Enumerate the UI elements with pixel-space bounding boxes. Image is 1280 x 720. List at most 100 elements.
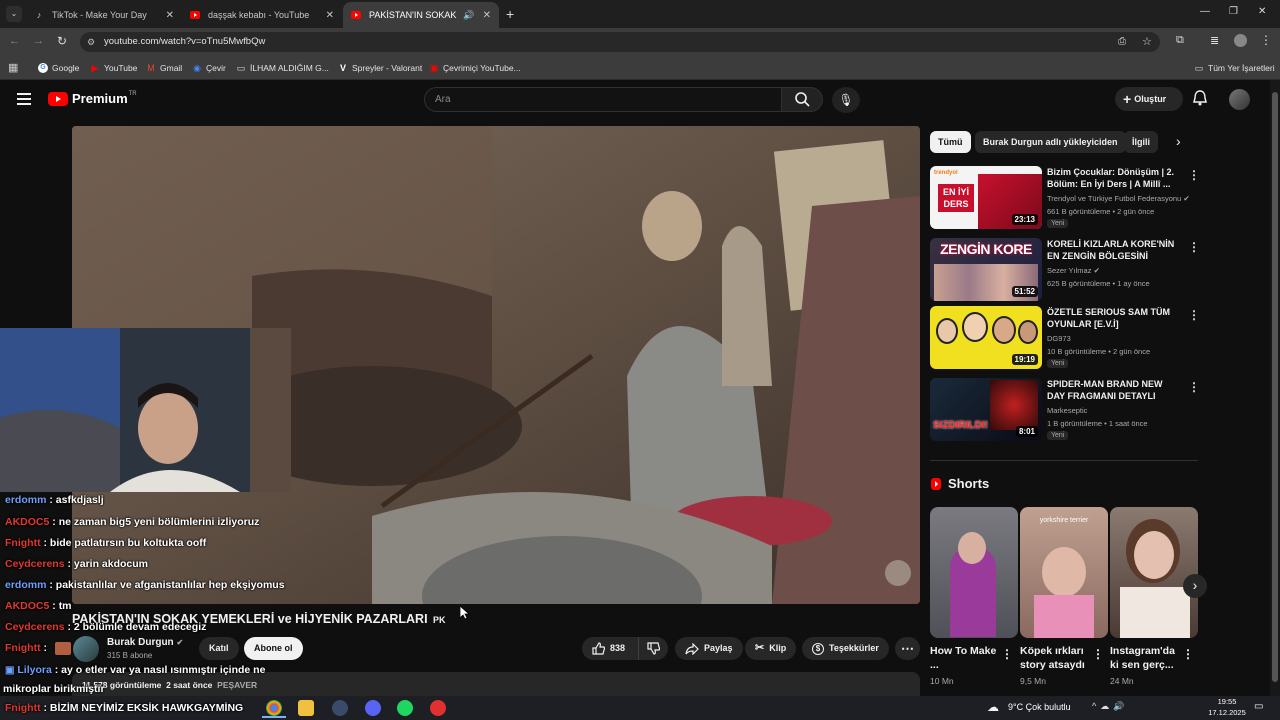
thanks-button[interactable]: $ Teşekkürler: [802, 637, 889, 660]
like-button[interactable]: 838: [582, 637, 638, 660]
bookmark-cevrimici[interactable]: ▣ Çevrimiçi YouTube...: [429, 60, 521, 76]
create-button[interactable]: + Oluştur: [1115, 87, 1183, 111]
tab-list-button[interactable]: ⌄: [6, 6, 22, 22]
close-icon[interactable]: ✕: [166, 10, 174, 21]
hamburger-icon[interactable]: [17, 93, 31, 105]
minimize-button[interactable]: —: [1200, 6, 1210, 17]
kebab-menu-icon[interactable]: ⋮: [1188, 380, 1200, 394]
youtube-logo[interactable]: Premium TR: [48, 91, 137, 106]
restore-button[interactable]: ❐: [1229, 6, 1238, 17]
close-icon[interactable]: ✕: [326, 10, 334, 21]
close-icon[interactable]: ✕: [483, 10, 491, 21]
channel-name[interactable]: Burak Durgun ✔: [107, 637, 183, 648]
weather-text[interactable]: 9°C Çok bulutlu: [1008, 702, 1071, 712]
verified-icon: ✔: [176, 638, 184, 647]
kebab-menu-icon[interactable]: ⋮: [1188, 240, 1200, 254]
media-icon[interactable]: ≣: [1210, 34, 1219, 47]
shorts-next-button[interactable]: ›: [1183, 574, 1207, 598]
recommendation-item[interactable]: SIZDIRILDI! 8:01 SPIDER-MAN BRAND NEW DA…: [930, 378, 1200, 442]
bookmark-folder-ilham[interactable]: ▭ İLHAM ALDIĞIM G...: [236, 60, 329, 76]
chip-related[interactable]: İlgili: [1124, 131, 1158, 153]
back-icon[interactable]: ←: [9, 35, 20, 47]
all-bookmarks[interactable]: ▭ Tüm Yer İşaretleri: [1194, 60, 1275, 76]
kebab-menu-icon[interactable]: ⋮: [1188, 168, 1200, 182]
search-input[interactable]: Ara: [424, 87, 782, 112]
spotify-icon[interactable]: [397, 700, 413, 716]
recommendation-item[interactable]: 19:19 ÖZETLE SERIOUS SAM TÜM OYUNLAR [E.…: [930, 306, 1200, 370]
bookmark-google[interactable]: G Google: [38, 60, 79, 76]
short-title[interactable]: How To Make ...: [930, 644, 1005, 672]
search-button[interactable]: [781, 87, 823, 112]
app-icon[interactable]: [332, 700, 348, 716]
short-thumbnail[interactable]: [1110, 507, 1198, 638]
channel-avatar[interactable]: [73, 636, 99, 662]
weather-icon[interactable]: ☁: [987, 700, 999, 714]
chip-uploader[interactable]: Burak Durgun adlı yükleyiciden: [975, 131, 1126, 153]
more-icon: ⋯: [901, 641, 914, 656]
short-title[interactable]: Instagram'da ki sen gerç...: [1110, 644, 1185, 672]
account-avatar[interactable]: [1229, 89, 1250, 110]
kebab-menu-icon[interactable]: ⋮: [1188, 308, 1200, 322]
chip-all[interactable]: Tümü: [930, 131, 971, 153]
subscribe-button[interactable]: Abone ol: [244, 637, 303, 660]
profile-avatar[interactable]: [1234, 34, 1247, 47]
reload-icon[interactable]: ↻: [57, 34, 67, 48]
new-tab-button[interactable]: +: [506, 6, 514, 22]
channel-name-text: Burak Durgun: [107, 637, 174, 648]
share-button[interactable]: Paylaş: [675, 637, 743, 660]
kebab-menu-icon[interactable]: ⋮: [1092, 647, 1104, 661]
chevron-right-icon[interactable]: ›: [1176, 133, 1181, 149]
address-bar[interactable]: ⚙ youtube.com/watch?v=oTnu5MwfbQw ⎙ ☆: [80, 32, 1160, 52]
tab-pakistan-video[interactable]: PAKİSTAN'IN SOKAK YEMEKLERİ 🔊 ✕: [343, 2, 499, 28]
extensions-icon[interactable]: ⧉: [1176, 34, 1184, 47]
forward-icon[interactable]: →: [33, 35, 44, 47]
kebab-menu-icon[interactable]: ⋮: [1182, 647, 1194, 661]
youtube-icon: ▣: [429, 63, 439, 73]
recommendation-item[interactable]: trendyol EN İYİ DERS 23:13 Bizim Çocukla…: [930, 166, 1200, 230]
chrome-taskbar-icon[interactable]: [266, 700, 282, 716]
short-thumbnail[interactable]: yorkshire terrier: [1020, 507, 1108, 638]
close-window-button[interactable]: ✕: [1258, 6, 1266, 17]
obs-icon[interactable]: [430, 700, 446, 716]
bookmark-label: Tüm Yer İşaretleri: [1208, 63, 1275, 73]
kebab-menu-icon[interactable]: ⋮: [1001, 647, 1013, 661]
notification-center-icon[interactable]: ▭: [1254, 701, 1263, 712]
tab-title: TikTok - Make Your Day: [52, 10, 147, 20]
site-info-icon[interactable]: ⚙: [87, 32, 95, 52]
clip-button[interactable]: ✂ Klip: [745, 637, 797, 660]
bookmark-cevir[interactable]: ◉ Çevir: [192, 60, 226, 76]
bookmark-gmail[interactable]: M Gmail: [146, 60, 182, 76]
bookmark-youtube[interactable]: ▶ YouTube: [90, 60, 138, 76]
bookmark-spreyler[interactable]: V Spreyler - Valorant: [338, 60, 422, 76]
scrollbar-thumb[interactable]: [1272, 92, 1278, 682]
video-tag[interactable]: PEŞAVER: [217, 680, 257, 690]
chat-user: erdomm: [5, 494, 47, 506]
notifications-bell-icon[interactable]: [1193, 90, 1207, 109]
rec-channel: Markeseptic: [1047, 406, 1088, 415]
speaker-icon[interactable]: 🔊: [463, 10, 474, 21]
recommendation-item[interactable]: ZENGİN KORE 51:52 KORELİ KIZLARLA KORE'N…: [930, 238, 1200, 302]
logo-text: Premium: [72, 91, 128, 106]
menu-icon[interactable]: ⋮: [1260, 33, 1272, 47]
chat-user: Fnightt: [5, 642, 41, 654]
star-icon[interactable]: ☆: [1142, 32, 1152, 52]
join-button[interactable]: Katıl: [199, 637, 239, 660]
short-thumbnail[interactable]: [930, 507, 1018, 638]
chat-text: ne zaman big5 yeni bölümlerini izliyoruz: [58, 516, 260, 528]
more-actions-button[interactable]: ⋯: [895, 637, 920, 660]
tab-tiktok[interactable]: ♪ TikTok - Make Your Day ✕: [26, 2, 182, 28]
voice-search-icon[interactable]: 🎙: [832, 87, 860, 113]
tab-dassak-kebabi[interactable]: daşşak kebabı - YouTube ✕: [182, 2, 342, 28]
dislike-button[interactable]: [638, 637, 668, 660]
thanks-label: Teşekkürler: [829, 643, 879, 653]
system-tray-icons[interactable]: ^☁🔊: [1092, 701, 1128, 712]
clock-time[interactable]: 19:55: [1214, 697, 1240, 706]
file-explorer-icon[interactable]: [298, 700, 314, 716]
short-title[interactable]: Köpek ırkları story atsaydı: [1020, 644, 1095, 672]
rec-channel: Sezer Yılmaz ✔: [1047, 266, 1100, 275]
install-icon[interactable]: ⎙: [1118, 32, 1126, 52]
apps-icon[interactable]: ▦: [8, 61, 18, 74]
chat-text: pakistanlılar ve afganistanlılar hep ekş…: [55, 579, 285, 591]
clock-date[interactable]: 17.12.2025: [1204, 708, 1250, 717]
discord-icon[interactable]: [365, 700, 381, 716]
